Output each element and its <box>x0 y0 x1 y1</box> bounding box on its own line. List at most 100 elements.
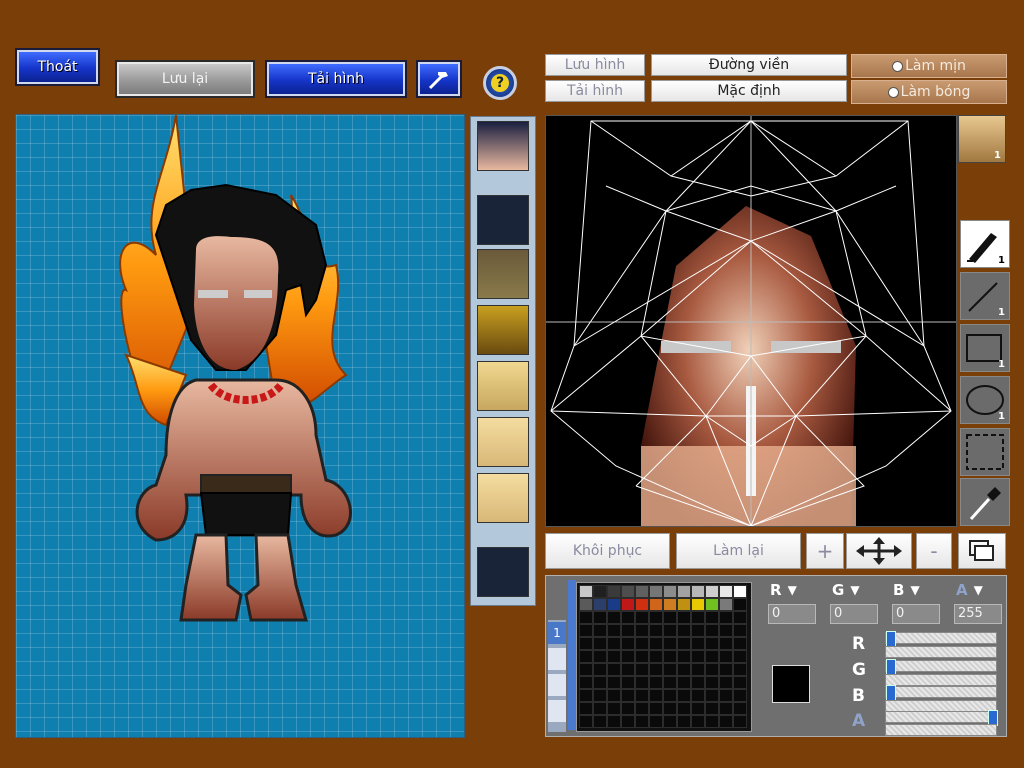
palette-color-cell[interactable] <box>691 689 705 702</box>
smooth-option[interactable]: Làm mịn <box>851 54 1007 78</box>
palette-color-cell[interactable] <box>719 663 733 676</box>
palette-color-cell[interactable] <box>593 624 607 637</box>
palette-color-cell[interactable] <box>663 663 677 676</box>
palette-color-cell[interactable] <box>621 676 635 689</box>
palette-color-cell[interactable] <box>635 611 649 624</box>
palette-color-cell[interactable] <box>593 611 607 624</box>
palette-color-cell[interactable] <box>635 598 649 611</box>
palette-color-cell[interactable] <box>663 676 677 689</box>
palette-color-cell[interactable] <box>621 689 635 702</box>
palette-color-cell[interactable] <box>733 663 747 676</box>
palette-color-cell[interactable] <box>677 702 691 715</box>
palette-color-cell[interactable] <box>719 650 733 663</box>
palette-color-cell[interactable] <box>579 624 593 637</box>
red-value-input[interactable]: 0 <box>768 604 816 624</box>
palette-color-cell[interactable] <box>635 663 649 676</box>
restore-button[interactable]: Khôi phục <box>545 533 670 569</box>
palette-color-cell[interactable] <box>663 689 677 702</box>
palette-color-cell[interactable] <box>733 637 747 650</box>
palette-color-cell[interactable] <box>719 637 733 650</box>
palette-color-cell[interactable] <box>607 598 621 611</box>
move-button[interactable] <box>846 533 912 569</box>
blue-channel-selector[interactable]: B ▼ <box>893 580 937 600</box>
palette-color-cell[interactable] <box>635 689 649 702</box>
palette-color-cell[interactable] <box>649 650 663 663</box>
palette-color-cell[interactable] <box>649 637 663 650</box>
palette-scrollbar[interactable] <box>568 580 576 730</box>
palette-color-cell[interactable] <box>719 585 733 598</box>
palette-color-cell[interactable] <box>635 624 649 637</box>
palette-color-cell[interactable] <box>593 689 607 702</box>
palette-color-cell[interactable] <box>705 637 719 650</box>
palette-color-cell[interactable] <box>663 585 677 598</box>
palette-color-cell[interactable] <box>621 598 635 611</box>
palette-color-cell[interactable] <box>663 611 677 624</box>
alpha-value-input[interactable]: 255 <box>954 604 1002 624</box>
slider-knob[interactable] <box>886 659 896 675</box>
palette-color-cell[interactable] <box>579 598 593 611</box>
palette-color-cell[interactable] <box>719 676 733 689</box>
pixel-editor-canvas[interactable] <box>545 115 957 528</box>
palette-color-cell[interactable] <box>635 650 649 663</box>
palette-color-cell[interactable] <box>691 624 705 637</box>
hammer-button[interactable] <box>416 60 462 98</box>
palette-color-cell[interactable] <box>691 637 705 650</box>
ellipse-tool[interactable]: 1 <box>960 376 1010 424</box>
palette-color-cell[interactable] <box>663 702 677 715</box>
green-slider[interactable] <box>885 659 997 675</box>
palette-color-cell[interactable] <box>677 676 691 689</box>
palette-color-cell[interactable] <box>621 702 635 715</box>
empty-slot[interactable] <box>477 195 529 245</box>
palette-color-cell[interactable] <box>705 585 719 598</box>
palette-color-cell[interactable] <box>677 689 691 702</box>
empty-slot[interactable] <box>477 547 529 597</box>
palette-color-cell[interactable] <box>733 702 747 715</box>
palette-color-cell[interactable] <box>579 715 593 728</box>
palette-color-cell[interactable] <box>677 624 691 637</box>
palette-color-cell[interactable] <box>705 624 719 637</box>
alpha-slider[interactable] <box>885 710 998 726</box>
palette-color-cell[interactable] <box>621 611 635 624</box>
palette-color-cell[interactable] <box>691 611 705 624</box>
palette-color-cell[interactable] <box>663 637 677 650</box>
palette-color-cell[interactable] <box>649 624 663 637</box>
palette-color-cell[interactable] <box>621 650 635 663</box>
palette-color-cell[interactable] <box>593 650 607 663</box>
help-button[interactable]: ? <box>483 66 517 100</box>
palette-color-cell[interactable] <box>593 676 607 689</box>
palette-color-cell[interactable] <box>663 598 677 611</box>
palette-color-cell[interactable] <box>733 585 747 598</box>
palette-color-cell[interactable] <box>705 663 719 676</box>
blue-slider[interactable] <box>885 685 997 701</box>
palette-color-cell[interactable] <box>691 650 705 663</box>
alpha-slider-track[interactable] <box>885 724 997 736</box>
load-button[interactable]: Tải hình <box>265 60 407 98</box>
palette-color-cell[interactable] <box>719 598 733 611</box>
palette-color-cell[interactable] <box>635 585 649 598</box>
red-slider[interactable] <box>885 631 997 647</box>
palette-color-cell[interactable] <box>593 702 607 715</box>
alpha-channel-selector[interactable]: A ▼ <box>956 580 1000 600</box>
red-channel-selector[interactable]: R ▼ <box>770 580 814 600</box>
zoom-out-button[interactable]: - <box>916 533 952 569</box>
palette-color-cell[interactable] <box>649 611 663 624</box>
palette-color-cell[interactable] <box>677 715 691 728</box>
palette-color-cell[interactable] <box>691 702 705 715</box>
palette-color-cell[interactable] <box>677 663 691 676</box>
palette-color-cell[interactable] <box>663 650 677 663</box>
palette-color-cell[interactable] <box>607 676 621 689</box>
palette-color-cell[interactable] <box>621 637 635 650</box>
palette-color-cell[interactable] <box>733 715 747 728</box>
face-thumbnail[interactable] <box>477 305 529 355</box>
palette-tab[interactable] <box>548 700 566 722</box>
palette-color-cell[interactable] <box>593 637 607 650</box>
palette-color-cell[interactable] <box>593 585 607 598</box>
blue-value-input[interactable]: 0 <box>892 604 940 624</box>
palette-color-cell[interactable] <box>733 689 747 702</box>
palette-color-cell[interactable] <box>691 676 705 689</box>
palette-color-cell[interactable] <box>579 611 593 624</box>
palette-color-cell[interactable] <box>719 689 733 702</box>
slider-knob[interactable] <box>886 631 896 647</box>
palette-color-cell[interactable] <box>677 611 691 624</box>
palette-color-cell[interactable] <box>607 689 621 702</box>
